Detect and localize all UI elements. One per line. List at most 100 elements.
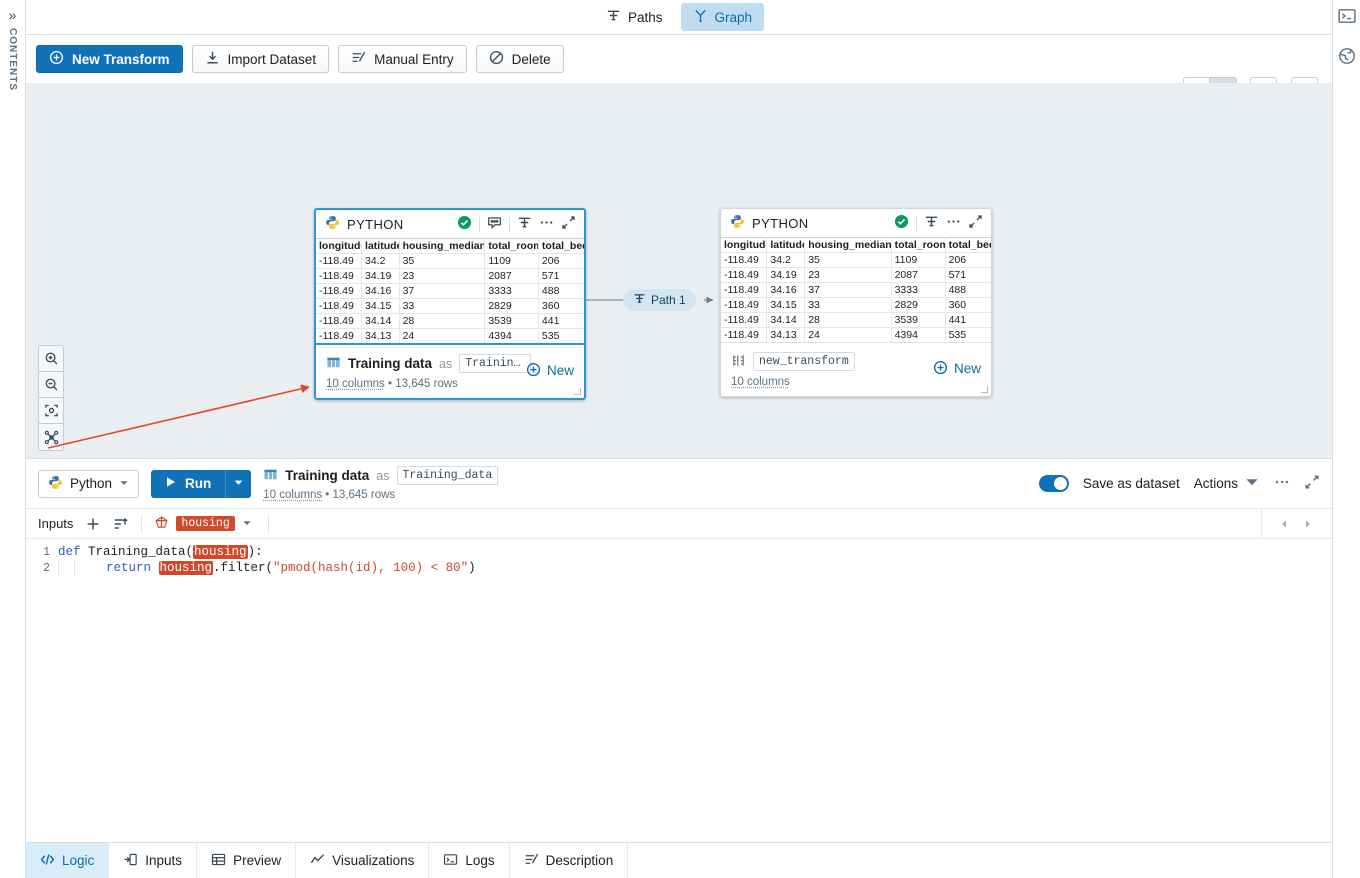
expand-contents-icon[interactable]: »	[9, 8, 17, 22]
edge-path-label[interactable]: Path 1	[623, 289, 696, 311]
language-selector[interactable]: Python	[38, 469, 140, 498]
expand-icon[interactable]	[561, 215, 576, 233]
run-button[interactable]: Run	[151, 469, 226, 498]
node-output-name: Training data	[348, 356, 433, 371]
editor-inputs-bar: Inputs housing	[26, 509, 1332, 539]
node-output-code-chip[interactable]: new_transform	[753, 352, 855, 371]
plus-circle-icon	[933, 360, 948, 378]
table-cell: 34.16	[361, 283, 400, 299]
left-contents-rail: » CONTENTS	[0, 0, 26, 878]
manual-entry-button[interactable]: Manual Entry	[338, 45, 467, 73]
node-output-code-chip[interactable]: Training…	[459, 354, 532, 373]
nav-next-icon[interactable]	[1296, 509, 1320, 538]
globe-icon[interactable]	[1338, 47, 1356, 65]
table-cell: 441	[538, 313, 584, 329]
node-add-new-output-button[interactable]: New	[933, 360, 981, 378]
editor-output-code-chip[interactable]: Training_data	[396, 466, 499, 485]
console-icon[interactable]	[1337, 7, 1356, 25]
actions-dropdown[interactable]: Actions	[1194, 474, 1260, 493]
table-cell: 34.15	[361, 298, 400, 314]
table-cell: 24	[399, 328, 486, 343]
transform-icon	[731, 353, 746, 371]
zoom-out-icon[interactable]	[39, 372, 63, 398]
status-ok-icon	[457, 215, 472, 233]
comment-icon[interactable]	[487, 215, 502, 233]
editor-output-info: Training data as Training_data 10 column…	[263, 466, 499, 501]
status-ok-icon	[894, 214, 909, 232]
dataset-icon	[326, 355, 341, 373]
sort-inputs-icon[interactable]	[113, 516, 129, 532]
line-number: 1	[43, 545, 50, 559]
code-icon	[40, 852, 55, 870]
new-transform-label: New Transform	[72, 51, 170, 67]
table-cell: 28	[399, 313, 486, 329]
graph-node-python-1[interactable]: PYTHON longitude latitude housing_media …	[314, 208, 586, 400]
plus-circle-icon	[526, 362, 541, 380]
paths-icon	[633, 292, 646, 308]
as-label: as	[376, 468, 390, 483]
add-input-icon[interactable]	[85, 516, 101, 532]
run-options-button[interactable]	[225, 469, 252, 498]
tab-preview[interactable]: Preview	[197, 843, 297, 878]
node-type-label: PYTHON	[347, 216, 404, 232]
play-icon	[165, 476, 177, 491]
expand-icon[interactable]	[1304, 474, 1320, 493]
table-row: -118.49 34.14 28 3539 441	[721, 312, 991, 328]
table-cell: 535	[945, 327, 991, 342]
table-cell: 360	[945, 297, 991, 313]
table-cell: 488	[945, 282, 991, 298]
table-cell: 33	[804, 297, 892, 313]
save-as-dataset-label: Save as dataset	[1082, 476, 1180, 491]
table-cell: -118.49	[316, 283, 363, 299]
table-cell: -118.49	[316, 268, 363, 284]
tab-visualizations[interactable]: Visualizations	[296, 843, 430, 878]
graph-layout-icon[interactable]	[39, 424, 63, 450]
table-cell: 33	[399, 298, 486, 314]
edge-path-label-text: Path 1	[651, 293, 686, 307]
tab-logic[interactable]: Logic	[26, 843, 110, 878]
delete-button[interactable]: Delete	[475, 45, 564, 73]
tab-inputs-label: Inputs	[145, 853, 183, 868]
tab-logs[interactable]: Logs	[429, 843, 510, 878]
nav-prev-icon[interactable]	[1272, 509, 1296, 538]
table-cell: 2087	[484, 268, 539, 284]
zoom-in-icon[interactable]	[39, 346, 63, 372]
column-header: total_bed	[945, 237, 991, 253]
divider	[479, 216, 480, 232]
tab-preview-label: Preview	[233, 853, 282, 868]
graph-canvas[interactable]: Path 1 PYTHON longitude latitude housing…	[26, 83, 1332, 458]
paths-icon[interactable]	[924, 214, 939, 232]
table-row: -118.49 34.16 37 3333 488	[721, 282, 991, 298]
chevron-down-icon	[119, 476, 129, 491]
table-row: -118.49 34.19 23 2087 571	[721, 267, 991, 283]
chart-icon	[310, 852, 325, 870]
code-line: 2 return housing.filter("pmod(hash(id), …	[26, 560, 1332, 576]
editor-actions-group: Save as dataset Actions	[1038, 474, 1320, 493]
table-cell: 24	[804, 327, 892, 342]
save-as-dataset-toggle[interactable]	[1038, 475, 1069, 492]
node-add-new-output-button[interactable]: New	[526, 362, 574, 380]
import-dataset-button[interactable]: Import Dataset	[191, 45, 330, 73]
graph-node-python-2[interactable]: PYTHON longitude latitude housing_median…	[720, 208, 992, 397]
tab-inputs[interactable]: Inputs	[109, 843, 198, 878]
meta-separator: •	[388, 378, 393, 390]
more-icon[interactable]	[1274, 474, 1290, 493]
code-line-text: return housing.filter("pmod(hash(id), 10…	[106, 561, 476, 575]
input-variable-chip[interactable]: housing	[154, 515, 251, 533]
more-icon[interactable]	[539, 215, 554, 233]
tab-graph[interactable]: Graph	[680, 3, 765, 31]
paths-icon[interactable]	[517, 215, 532, 233]
fit-to-screen-icon[interactable]	[39, 398, 63, 424]
tab-description[interactable]: Description	[510, 843, 629, 878]
table-cell: 34.15	[766, 297, 806, 313]
tab-paths[interactable]: Paths	[594, 3, 675, 31]
editor-bottom-tabs: Logic Inputs Preview Visualizations Logs…	[26, 842, 1332, 878]
node-resize-handle[interactable]	[981, 386, 988, 393]
new-transform-button[interactable]: New Transform	[36, 45, 183, 73]
tab-logs-label: Logs	[465, 853, 495, 868]
code-editor[interactable]: 1 def Training_data(housing): 2 return h…	[26, 539, 1332, 839]
contents-label: CONTENTS	[7, 28, 18, 91]
expand-icon[interactable]	[968, 214, 983, 232]
more-icon[interactable]	[946, 214, 961, 232]
node-resize-handle[interactable]	[574, 388, 581, 395]
